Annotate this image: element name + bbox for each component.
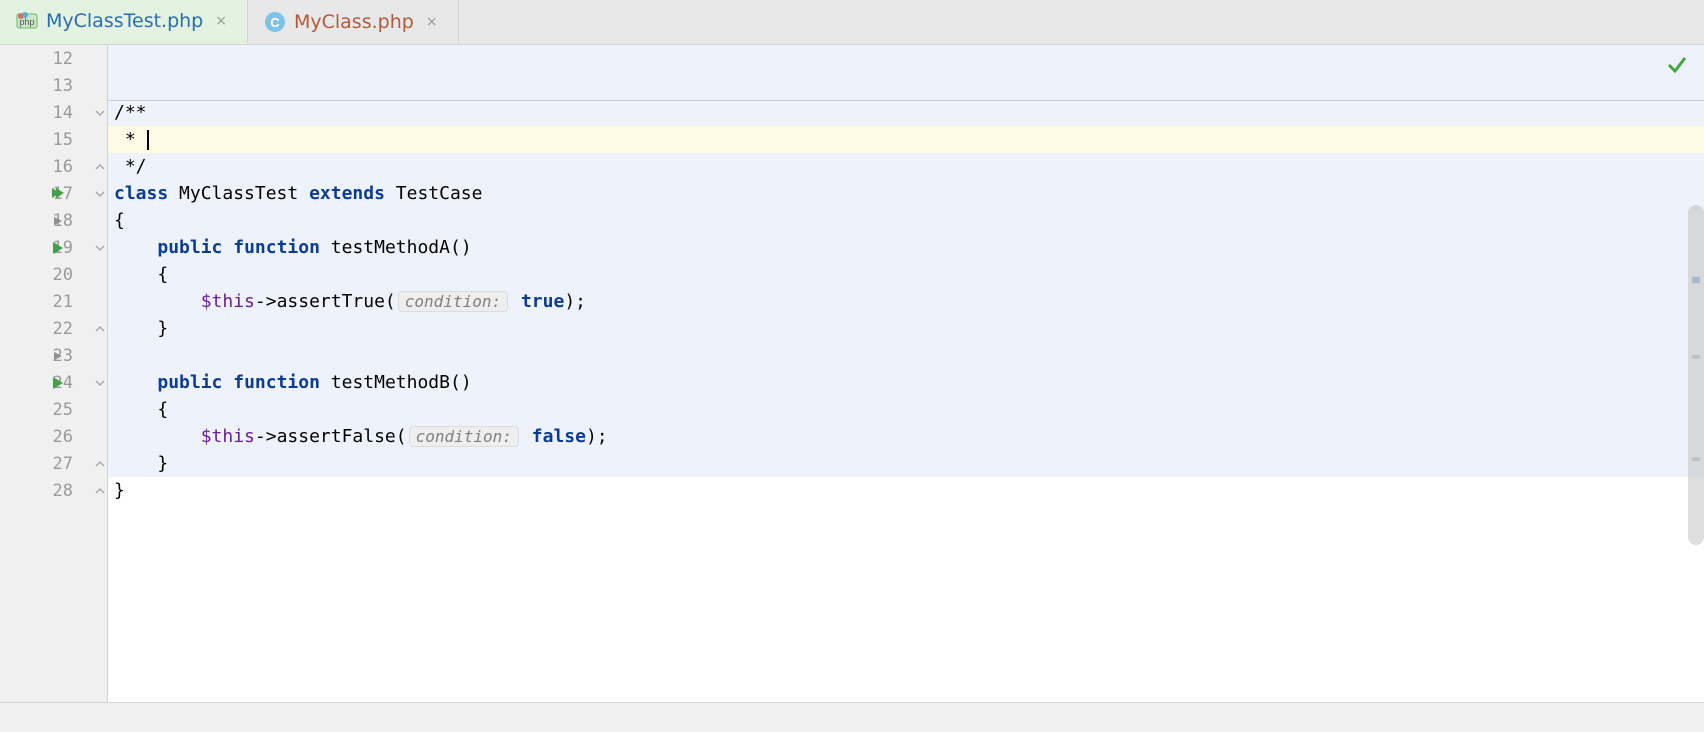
- param-hint: condition:: [398, 291, 508, 312]
- fold-open-icon[interactable]: [93, 99, 107, 126]
- line-number: 13: [37, 76, 73, 96]
- code-line-25[interactable]: {: [108, 396, 1704, 423]
- gutter-line-19[interactable]: 19: [0, 234, 107, 261]
- gutter-line-15[interactable]: 15: [0, 126, 107, 153]
- class-icon: C: [264, 11, 286, 33]
- run-icon[interactable]: [50, 375, 66, 391]
- tab-myclass[interactable]: C MyClass.php ×: [248, 0, 459, 44]
- status-bar: [0, 702, 1704, 732]
- gutter-line-25[interactable]: 25: [0, 396, 107, 423]
- line-number: 21: [37, 292, 73, 312]
- code-line-18[interactable]: {: [108, 207, 1704, 234]
- tab-label: MyClass.php: [294, 11, 414, 33]
- fold-open-icon[interactable]: [93, 180, 107, 207]
- fold-close-icon[interactable]: [93, 153, 107, 180]
- line-number: 28: [37, 481, 73, 501]
- fold-toggle-icon[interactable]: [50, 213, 66, 229]
- code-line-19[interactable]: public function testMethodA(): [108, 234, 1704, 261]
- line-number: 22: [37, 319, 73, 339]
- close-icon[interactable]: ×: [211, 13, 231, 29]
- run-icon[interactable]: [50, 240, 66, 256]
- run-all-icon[interactable]: [50, 186, 66, 202]
- line-number: 27: [37, 454, 73, 474]
- code-line-14[interactable]: /**: [108, 99, 1704, 126]
- code-line-15[interactable]: *: [108, 126, 1704, 153]
- fold-close-icon[interactable]: [93, 315, 107, 342]
- gutter-line-24[interactable]: 24: [0, 369, 107, 396]
- line-number: 26: [37, 427, 73, 447]
- line-number: 25: [37, 400, 73, 420]
- code-line-26[interactable]: $this->assertFalse(condition: false);: [108, 423, 1704, 450]
- code-line-12[interactable]: [108, 45, 1704, 72]
- fold-toggle-icon[interactable]: [50, 348, 66, 364]
- line-number: 15: [37, 130, 73, 150]
- tab-label: MyClassTest.php: [46, 10, 203, 32]
- code-line-20[interactable]: {: [108, 261, 1704, 288]
- line-number: 12: [37, 49, 73, 69]
- gutter-line-18[interactable]: 18: [0, 207, 107, 234]
- line-number: 20: [37, 265, 73, 285]
- gutter-line-28[interactable]: 28: [0, 477, 107, 504]
- line-number: 14: [37, 103, 73, 123]
- gutter-line-21[interactable]: 21: [0, 288, 107, 315]
- fold-open-icon[interactable]: [93, 234, 107, 261]
- gutter-line-17[interactable]: 17: [0, 180, 107, 207]
- code-line-22[interactable]: }: [108, 315, 1704, 342]
- code-line-13[interactable]: [108, 72, 1704, 99]
- fold-open-icon[interactable]: [93, 369, 107, 396]
- code-line-16[interactable]: */: [108, 153, 1704, 180]
- gutter-line-20[interactable]: 20: [0, 261, 107, 288]
- gutter-line-14[interactable]: 14: [0, 99, 107, 126]
- text-cursor: [147, 130, 149, 150]
- php-test-icon: php: [16, 10, 38, 32]
- svg-text:C: C: [270, 15, 280, 30]
- vertical-scrollbar[interactable]: [1688, 205, 1704, 545]
- fold-close-icon[interactable]: [93, 450, 107, 477]
- code-line-23[interactable]: [108, 342, 1704, 369]
- gutter-line-16[interactable]: 16: [0, 153, 107, 180]
- analysis-ok-icon[interactable]: [1666, 53, 1688, 81]
- code-area[interactable]: /** * */ class MyClassTest extends TestC…: [108, 45, 1704, 702]
- code-line-17[interactable]: class MyClassTest extends TestCase: [108, 180, 1704, 207]
- close-icon[interactable]: ×: [422, 14, 442, 30]
- code-line-27[interactable]: }: [108, 450, 1704, 477]
- fold-close-icon[interactable]: [93, 477, 107, 504]
- code-line-28[interactable]: }: [108, 477, 1704, 504]
- gutter-line-12[interactable]: 12: [0, 45, 107, 72]
- line-number: 16: [37, 157, 73, 177]
- gutter-line-27[interactable]: 27: [0, 450, 107, 477]
- tab-bar: php MyClassTest.php × C MyClass.php ×: [0, 0, 1704, 45]
- gutter-line-22[interactable]: 22: [0, 315, 107, 342]
- section-separator: [108, 100, 1704, 101]
- code-line-21[interactable]: $this->assertTrue(condition: true);: [108, 288, 1704, 315]
- gutter-line-26[interactable]: 26: [0, 423, 107, 450]
- editor[interactable]: 12 13 14 15 16 171819 20 21 22 2324 25 26 27 28 /** *…: [0, 45, 1704, 702]
- code-line-24[interactable]: public function testMethodB(): [108, 369, 1704, 396]
- gutter-line-23[interactable]: 23: [0, 342, 107, 369]
- gutter: 12 13 14 15 16 171819 20 21 22 2324 25 26 27 28: [0, 45, 108, 702]
- gutter-line-13[interactable]: 13: [0, 72, 107, 99]
- tab-myclasstest[interactable]: php MyClassTest.php ×: [0, 0, 248, 44]
- param-hint: condition:: [409, 426, 519, 447]
